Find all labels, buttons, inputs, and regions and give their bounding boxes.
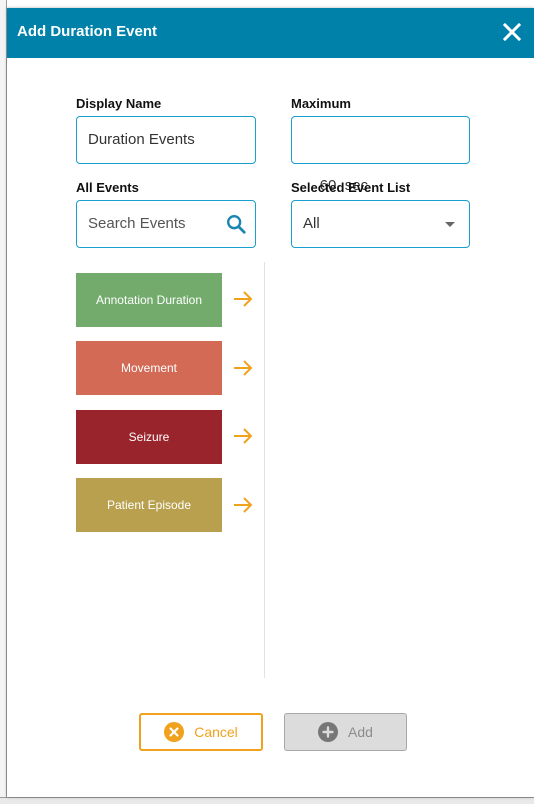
arrow-right-icon[interactable] (232, 496, 254, 514)
event-label: Movement (120, 361, 178, 375)
all-events-label: All Events (76, 180, 139, 195)
cancel-button[interactable]: Cancel (139, 713, 263, 751)
maximum-field[interactable]: 60 sec (291, 116, 470, 194)
chevron-down-icon (445, 222, 455, 227)
selected-event-list-value: All (303, 215, 320, 232)
dialog-header: Add Duration Event (7, 8, 534, 58)
search-events-input[interactable] (88, 201, 208, 247)
dialog-title: Add Duration Event (17, 23, 158, 40)
background-app-top (0, 0, 534, 8)
event-tile-seizure[interactable]: Seizure (76, 410, 222, 464)
display-name-value: Duration Events (88, 131, 195, 148)
maximum-label: Maximum (291, 96, 351, 111)
display-name-label: Display Name (76, 96, 162, 111)
display-name-field[interactable]: Duration Events (76, 116, 256, 164)
selected-event-list-dropdown[interactable]: All (291, 200, 470, 248)
cancel-label: Cancel (194, 724, 238, 740)
add-label: Add (348, 724, 373, 740)
event-tile-annotation-duration[interactable]: Annotation Duration (76, 273, 222, 327)
close-icon[interactable] (500, 20, 524, 44)
event-label: Patient Episode (106, 498, 192, 512)
background-app-edge (0, 0, 7, 803)
event-label: Annotation Duration (95, 293, 203, 307)
event-label: Seizure (128, 430, 170, 444)
plus-circle-icon (318, 722, 339, 742)
selected-event-list-label: Selected Event List (291, 180, 411, 195)
event-tile-movement[interactable]: Movement (76, 341, 222, 395)
add-duration-event-dialog: Add Duration Event Display Name Duration… (7, 8, 534, 797)
event-tile-patient-episode[interactable]: Patient Episode (76, 478, 222, 532)
arrow-right-icon[interactable] (232, 427, 254, 445)
search-icon[interactable] (225, 213, 247, 235)
add-button[interactable]: Add (284, 713, 407, 751)
search-events-field (76, 200, 256, 248)
arrow-right-icon[interactable] (232, 359, 254, 377)
arrow-right-icon[interactable] (232, 290, 254, 308)
cancel-circle-icon (164, 722, 185, 742)
column-divider (264, 262, 265, 678)
